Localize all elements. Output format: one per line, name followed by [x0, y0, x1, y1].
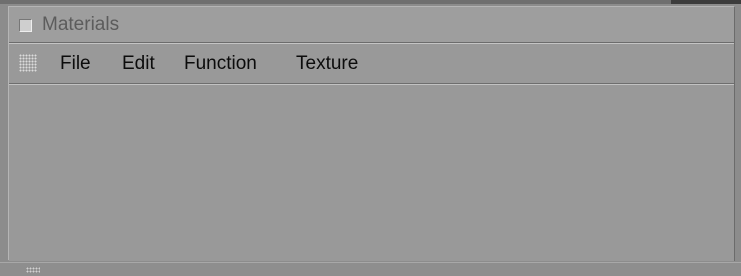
materials-content-area[interactable] — [9, 85, 734, 261]
materials-window-frame: Materials File Edit Function Texture — [0, 0, 741, 276]
resize-grip-icon[interactable] — [26, 267, 40, 273]
window-title: Materials — [42, 14, 120, 35]
grip-dots-icon[interactable] — [19, 54, 37, 72]
menu-item-function[interactable]: Function — [184, 53, 257, 75]
bottom-strip — [0, 262, 741, 276]
top-strip-dark-segment — [671, 0, 741, 4]
menu-item-file[interactable]: File — [60, 53, 91, 75]
menu-item-texture[interactable]: Texture — [296, 53, 358, 75]
checkbox-icon[interactable] — [19, 19, 32, 32]
menu-item-edit[interactable]: Edit — [122, 53, 155, 75]
title-bar[interactable]: Materials — [9, 7, 734, 43]
materials-panel: Materials File Edit Function Texture — [8, 6, 735, 261]
top-strip — [0, 0, 741, 4]
menu-bar: File Edit Function Texture — [9, 44, 734, 84]
